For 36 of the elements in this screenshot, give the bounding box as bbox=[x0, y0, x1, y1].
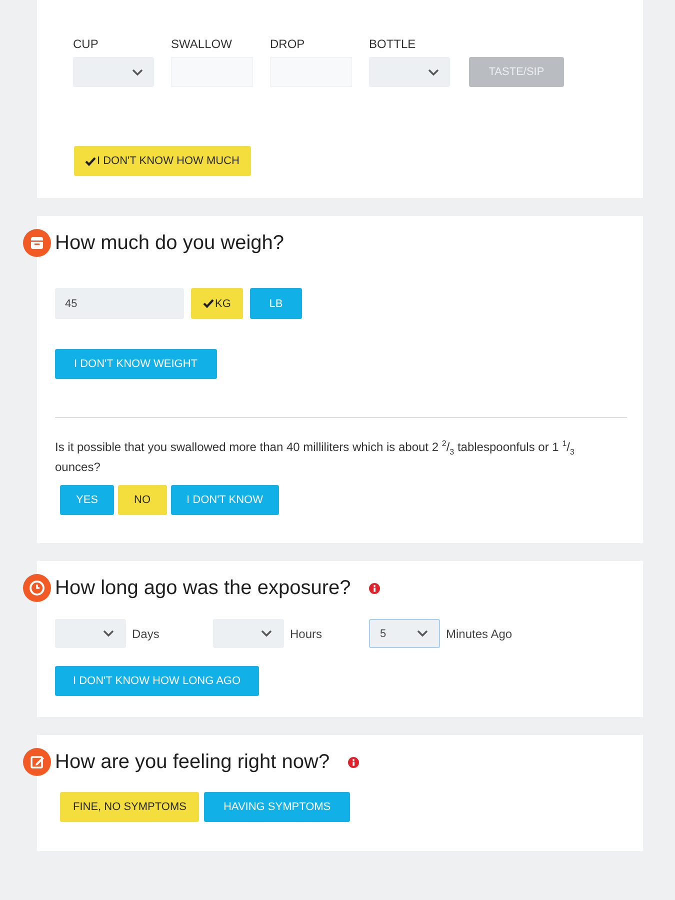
chevron-icon bbox=[428, 68, 439, 76]
check-icon bbox=[85, 156, 96, 166]
amount-dropdown[interactable] bbox=[369, 57, 450, 87]
symptom-option-button[interactable]: HAVING SYMPTOMS bbox=[204, 792, 350, 822]
unit-label: Hours bbox=[290, 626, 322, 640]
unit-button[interactable]: LB bbox=[250, 288, 302, 319]
field-label: DROP bbox=[270, 37, 306, 51]
dont-know-time-button[interactable]: I DON'T KNOW HOW LONG AGO bbox=[55, 666, 259, 696]
chevron-icon bbox=[103, 630, 114, 637]
unit-button[interactable]: KG bbox=[191, 288, 243, 319]
answer-button[interactable]: YES bbox=[60, 485, 114, 515]
info-icon bbox=[368, 582, 380, 594]
section-title: How long ago was the exposure? bbox=[55, 576, 351, 600]
answer-button[interactable]: I DON'T KNOW bbox=[170, 485, 279, 515]
answer-button[interactable]: NO bbox=[118, 485, 167, 515]
time-dropdown[interactable] bbox=[213, 619, 284, 648]
dont-know-amount-button[interactable]: I DON'T KNOW HOW MUCH bbox=[74, 146, 252, 176]
amount-dropdown[interactable] bbox=[73, 57, 154, 87]
field-label: SWALLOW bbox=[171, 37, 233, 51]
time-dropdown[interactable] bbox=[55, 619, 126, 648]
chevron-icon bbox=[132, 68, 143, 76]
chevron-icon bbox=[261, 630, 272, 637]
check-icon bbox=[203, 299, 214, 308]
dont-know-weight-button[interactable]: I DON'T KNOW WEIGHT bbox=[55, 349, 217, 379]
chevron-icon bbox=[417, 630, 428, 637]
time-dropdown[interactable]: 5 bbox=[369, 619, 440, 648]
unit-label: Minutes Ago bbox=[446, 626, 512, 640]
section-title: How much do you weigh? bbox=[55, 231, 284, 255]
unit-label: Days bbox=[132, 626, 160, 640]
field-label: CUP bbox=[73, 37, 100, 51]
question-text: Is it possible that you swallowed more than 40 milliliters which is about 2 $^{2}$/$_{3}$ tablespoonfuls or 1 $^{1}$/$_{3}$ ounces? bbox=[55, 438, 576, 476]
weight-input-field[interactable]: 45 bbox=[55, 288, 184, 319]
info-icon bbox=[348, 756, 359, 768]
symptom-option-button[interactable]: FINE, NO SYMPTOMS bbox=[60, 792, 200, 822]
field-label: BOTTLE bbox=[369, 37, 417, 51]
section-title: How are you feeling right now? bbox=[55, 750, 330, 774]
